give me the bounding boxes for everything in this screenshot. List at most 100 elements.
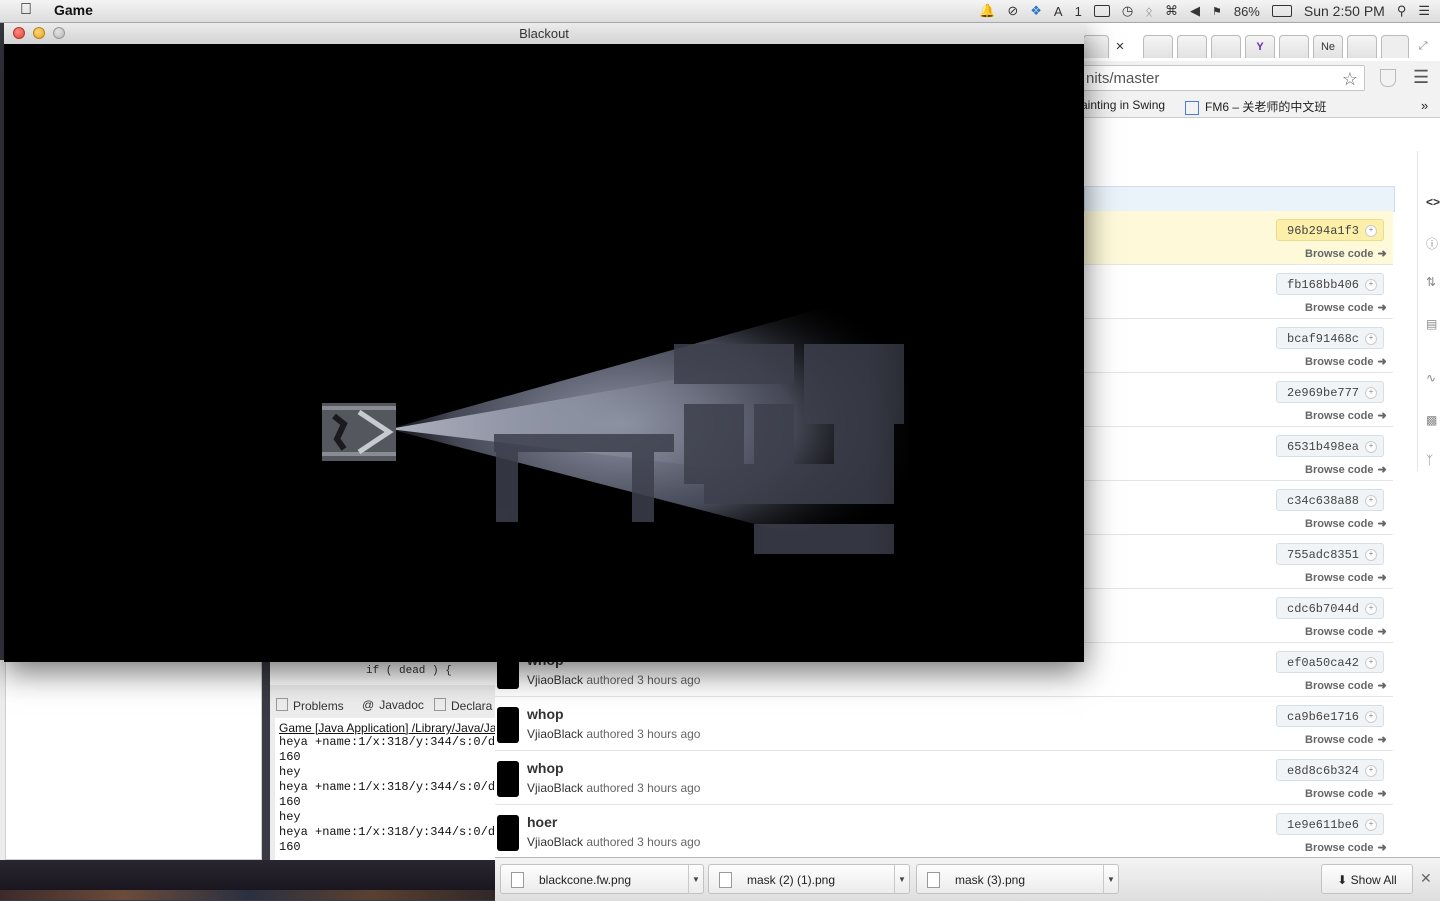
bookmark-item[interactable]: ainting in Swing bbox=[1081, 98, 1165, 112]
copy-sha-icon[interactable]: + bbox=[1365, 279, 1377, 291]
copy-sha-icon[interactable]: + bbox=[1365, 495, 1377, 507]
browse-code-link[interactable]: Browse code ➜ bbox=[1301, 301, 1387, 314]
adobe-icon[interactable]: A bbox=[1054, 4, 1063, 19]
avatar[interactable] bbox=[497, 761, 519, 797]
commit-sha-button[interactable]: 6531b498ea + bbox=[1276, 435, 1384, 457]
commit-sha-button[interactable]: bcaf91468c + bbox=[1276, 327, 1384, 349]
browse-code-link[interactable]: Browse code ➜ bbox=[1301, 625, 1387, 638]
address-bar[interactable]: nits/master ☆ bbox=[1075, 65, 1365, 91]
wifi-icon[interactable]: ⌘ bbox=[1165, 3, 1178, 19]
bluetooth-icon[interactable]: ᛟ bbox=[1145, 4, 1153, 19]
download-menu-arrow[interactable]: ▼ bbox=[688, 865, 703, 893]
copy-sha-icon[interactable]: + bbox=[1365, 333, 1377, 345]
browse-code-link[interactable]: Browse code ➜ bbox=[1301, 463, 1387, 476]
memory-icon[interactable] bbox=[1093, 5, 1110, 17]
commit-row[interactable]: hoer VjiaoBlack authored 3 hours ago 1e9e6… bbox=[495, 805, 1393, 859]
bookmark-star-icon[interactable]: ☆ bbox=[1342, 66, 1358, 92]
apple-menu-icon[interactable]:  bbox=[20, 1, 32, 19]
commit-sha-button[interactable]: c34c638a88 + bbox=[1276, 489, 1384, 511]
commit-sha-button[interactable]: 96b294a1f3 + bbox=[1276, 219, 1384, 241]
tab-declaration[interactable]: Declara bbox=[434, 698, 492, 713]
tab-problems[interactable]: Problems bbox=[276, 698, 344, 713]
download-menu-arrow[interactable]: ▼ bbox=[894, 865, 909, 893]
download-item[interactable]: mask (2) (1).png ▼ bbox=[708, 864, 910, 894]
clock[interactable]: Sun 2:50 PM bbox=[1304, 3, 1385, 19]
us-flag-icon[interactable]: ⚑ bbox=[1212, 5, 1222, 18]
wiki-icon[interactable]: ▤ bbox=[1426, 317, 1438, 331]
console-output[interactable]: Game [Java Application] /Library/Java/Ja… bbox=[275, 718, 495, 860]
avatar[interactable] bbox=[497, 707, 519, 743]
yahoo-tab[interactable]: Y bbox=[1245, 35, 1275, 58]
commit-author[interactable]: VjiaoBlack bbox=[527, 781, 583, 795]
commit-row[interactable]: whop VjiaoBlack authored 3 hours ago ca9b6… bbox=[495, 697, 1393, 751]
download-item[interactable]: blackcone.fw.png ▼ bbox=[500, 864, 704, 894]
browser-tab[interactable] bbox=[1083, 35, 1109, 58]
issues-icon[interactable]: ⓘ bbox=[1426, 235, 1438, 251]
browse-code-link[interactable]: Browse code ➜ bbox=[1301, 355, 1387, 368]
copy-sha-icon[interactable]: + bbox=[1365, 819, 1377, 831]
browse-code-link[interactable]: Browse code ➜ bbox=[1301, 841, 1387, 854]
pulse-icon[interactable]: ∿ bbox=[1426, 371, 1438, 385]
copy-sha-icon[interactable]: + bbox=[1365, 387, 1377, 399]
browse-code-link[interactable]: Browse code ➜ bbox=[1301, 571, 1387, 584]
copy-sha-icon[interactable]: + bbox=[1365, 225, 1377, 237]
bookmarks-overflow-icon[interactable]: » bbox=[1421, 98, 1428, 113]
browser-tab[interactable] bbox=[1143, 35, 1173, 58]
commit-title[interactable]: whop bbox=[527, 706, 564, 722]
show-all-downloads-button[interactable]: ⬇ Show All bbox=[1321, 864, 1413, 894]
copy-sha-icon[interactable]: + bbox=[1365, 441, 1377, 453]
tab-javadoc[interactable]: @ Javadoc bbox=[362, 698, 424, 712]
spotlight-search-icon[interactable]: ⚲ bbox=[1397, 3, 1407, 19]
commit-title[interactable]: whop bbox=[527, 760, 564, 776]
copy-sha-icon[interactable]: + bbox=[1365, 657, 1377, 669]
battery-icon[interactable] bbox=[1271, 5, 1292, 17]
commit-sha-button[interactable]: 1e9e611be6 + bbox=[1276, 813, 1384, 835]
code-editor-fragment[interactable]: if ( dead ) { bbox=[270, 660, 495, 685]
commit-author[interactable]: VjiaoBlack bbox=[527, 673, 583, 687]
download-menu-arrow[interactable]: ▼ bbox=[1103, 865, 1118, 893]
browse-code-link[interactable]: Browse code ➜ bbox=[1301, 679, 1387, 692]
window-titlebar[interactable]: Blackout bbox=[4, 23, 1084, 45]
browse-code-link[interactable]: Browse code ➜ bbox=[1301, 247, 1387, 260]
battery-percent[interactable]: 86% bbox=[1234, 4, 1260, 19]
browse-code-link[interactable]: Browse code ➜ bbox=[1301, 733, 1387, 746]
commit-author[interactable]: VjiaoBlack bbox=[527, 835, 583, 849]
copy-sha-icon[interactable]: + bbox=[1365, 603, 1377, 615]
commit-sha-button[interactable]: ca9b6e1716 + bbox=[1276, 705, 1384, 727]
do-not-disturb-icon[interactable]: ⊘ bbox=[1007, 3, 1018, 19]
commit-title[interactable]: hoer bbox=[527, 814, 557, 830]
pull-requests-icon[interactable]: ⇅ bbox=[1426, 275, 1438, 289]
dropbox-icon[interactable]: ❖ bbox=[1030, 3, 1042, 19]
graphs-icon[interactable]: ▩ bbox=[1426, 413, 1438, 427]
commit-row[interactable]: whop VjiaoBlack authored 3 hours ago e8d8c… bbox=[495, 751, 1393, 805]
commit-author[interactable]: VjiaoBlack bbox=[527, 727, 583, 741]
copy-sha-icon[interactable]: + bbox=[1365, 711, 1377, 723]
browse-code-link[interactable]: Browse code ➜ bbox=[1301, 409, 1387, 422]
tab-close-icon[interactable]: ✕ bbox=[1107, 35, 1133, 57]
fullscreen-icon[interactable]: ⤢ bbox=[1413, 35, 1433, 57]
network-icon[interactable]: ᛉ bbox=[1426, 453, 1438, 467]
browser-tab[interactable] bbox=[1211, 35, 1241, 58]
copy-sha-icon[interactable]: + bbox=[1365, 765, 1377, 777]
game-canvas[interactable] bbox=[4, 44, 1084, 662]
commit-sha-button[interactable]: fb168bb406 + bbox=[1276, 273, 1384, 295]
close-downloads-icon[interactable]: ✕ bbox=[1420, 870, 1432, 887]
browser-tab[interactable] bbox=[1347, 35, 1377, 58]
shield-extension-icon[interactable] bbox=[1380, 69, 1396, 87]
browser-tab[interactable] bbox=[1177, 35, 1207, 58]
chrome-menu-icon[interactable]: ☰ bbox=[1413, 67, 1429, 88]
commit-sha-button[interactable]: cdc6b7044d + bbox=[1276, 597, 1384, 619]
browser-tab[interactable] bbox=[1279, 35, 1309, 58]
volume-icon[interactable]: ◀ bbox=[1190, 3, 1200, 19]
browse-code-link[interactable]: Browse code ➜ bbox=[1301, 517, 1387, 530]
browse-code-link[interactable]: Browse code ➜ bbox=[1301, 787, 1387, 800]
copy-sha-icon[interactable]: + bbox=[1365, 549, 1377, 561]
browser-tab[interactable]: Ne bbox=[1313, 35, 1343, 58]
app-menu-name[interactable]: Game bbox=[54, 2, 93, 18]
new-tab-button[interactable] bbox=[1381, 35, 1409, 58]
code-icon[interactable]: <> bbox=[1426, 195, 1440, 209]
commit-sha-button[interactable]: ef0a50ca42 + bbox=[1276, 651, 1384, 673]
notification-icon[interactable]: 🔔 bbox=[979, 3, 995, 19]
notification-center-icon[interactable]: ☰ bbox=[1418, 3, 1430, 19]
commit-sha-button[interactable]: 755adc8351 + bbox=[1276, 543, 1384, 565]
